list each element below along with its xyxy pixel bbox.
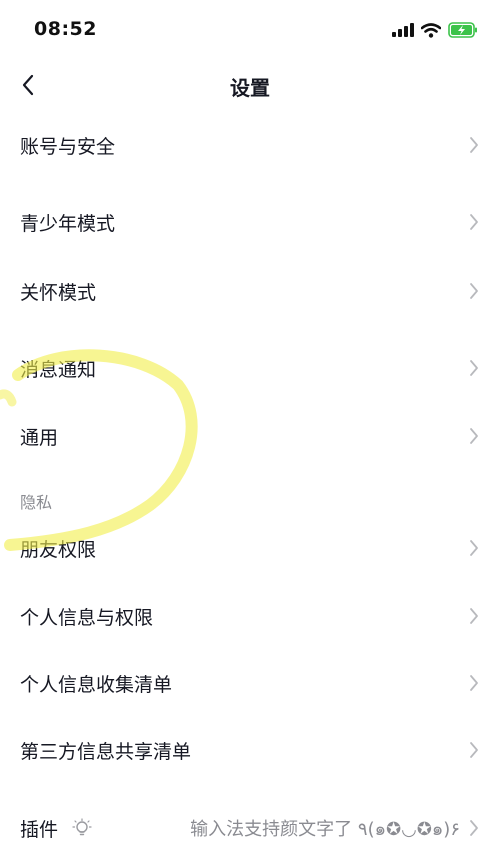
wifi-icon	[421, 22, 441, 38]
settings-item-personal-info-list[interactable]: 个人信息收集清单	[0, 653, 500, 713]
settings-item-label: 账号与安全	[20, 135, 116, 158]
battery-charging-icon	[448, 22, 477, 38]
chevron-right-icon	[470, 675, 478, 691]
chevron-right-icon	[470, 540, 478, 556]
settings-item-label: 个人信息与权限	[20, 606, 154, 629]
plugin-hint-text: 输入法支持颜文字了 ٩(๑✪◡✪๑)۶	[190, 818, 460, 840]
chevron-right-icon	[470, 137, 478, 153]
settings-item-label: 关怀模式	[20, 281, 97, 304]
page-title: 设置	[230, 76, 270, 100]
nav-bar: 设置	[0, 58, 500, 112]
chevron-right-icon	[470, 360, 478, 376]
settings-item-label: 个人信息收集清单	[20, 673, 173, 696]
settings-item-friend-permissions[interactable]: 朋友权限	[0, 518, 500, 578]
chevron-right-icon	[470, 608, 478, 624]
settings-item-third-party-list[interactable]: 第三方信息共享清单	[0, 720, 500, 780]
chevron-right-icon	[470, 283, 478, 299]
settings-item-account-security[interactable]: 账号与安全	[0, 115, 500, 175]
settings-item-care-mode[interactable]: 关怀模式	[0, 261, 500, 321]
chevron-right-icon	[470, 742, 478, 758]
status-time: 08:52	[34, 18, 97, 40]
settings-item-plugins[interactable]: 插件 输入法支持颜文字了 ٩(๑✪◡✪๑)۶	[0, 798, 500, 858]
settings-item-label: 第三方信息共享清单	[20, 740, 192, 763]
settings-item-general[interactable]: 通用	[0, 406, 500, 466]
settings-item-label: 插件	[20, 818, 59, 841]
status-bar: 08:52	[0, 0, 500, 58]
chevron-right-icon	[470, 214, 478, 230]
settings-item-label: 消息通知	[20, 358, 97, 381]
settings-item-label: 青少年模式	[20, 212, 116, 235]
status-icons	[392, 20, 478, 40]
settings-item-notifications[interactable]: 消息通知	[0, 338, 500, 398]
section-header-privacy: 隐私	[20, 493, 53, 512]
settings-item-label: 通用	[20, 426, 59, 449]
settings-item-personal-info-permissions[interactable]: 个人信息与权限	[0, 586, 500, 646]
chevron-right-icon	[470, 820, 478, 836]
lightbulb-icon	[72, 818, 92, 836]
settings-item-label: 朋友权限	[20, 538, 97, 561]
chevron-right-icon	[470, 428, 478, 444]
signal-icon	[392, 23, 414, 37]
settings-item-teen-mode[interactable]: 青少年模式	[0, 192, 500, 252]
